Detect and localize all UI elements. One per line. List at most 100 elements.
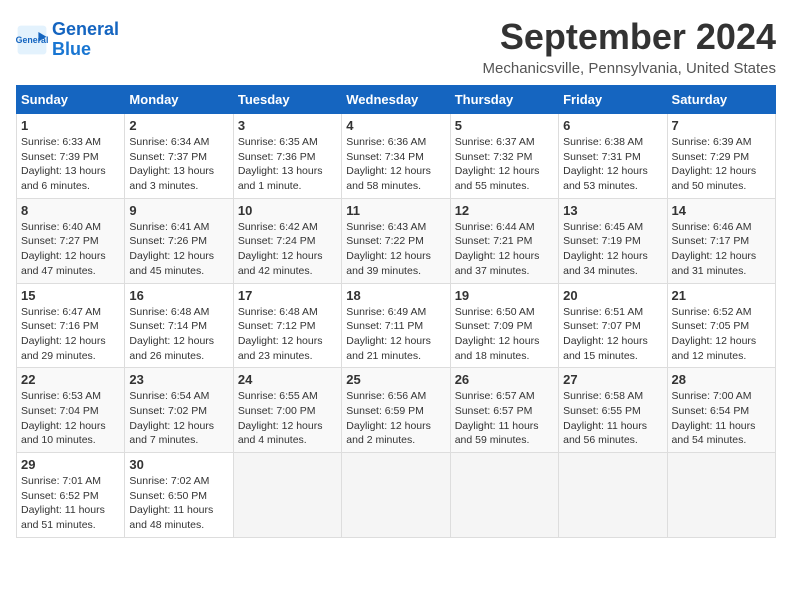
day-cell: 14 Sunrise: 6:46 AM Sunset: 7:17 PM Dayli… <box>667 198 775 283</box>
day-number: 23 <box>129 372 228 387</box>
day-info: Sunrise: 6:54 AM Sunset: 7:02 PM Dayligh… <box>129 389 228 448</box>
day-number: 2 <box>129 118 228 133</box>
week-row-3: 15 Sunrise: 6:47 AM Sunset: 7:16 PM Dayli… <box>17 283 776 368</box>
day-number: 15 <box>21 288 120 303</box>
day-info: Sunrise: 6:57 AM Sunset: 6:57 PM Dayligh… <box>455 389 554 448</box>
day-cell: 30 Sunrise: 7:02 AM Sunset: 6:50 PM Dayli… <box>125 453 233 538</box>
day-number: 7 <box>672 118 771 133</box>
day-number: 26 <box>455 372 554 387</box>
day-number: 21 <box>672 288 771 303</box>
day-info: Sunrise: 6:43 AM Sunset: 7:22 PM Dayligh… <box>346 220 445 279</box>
day-info: Sunrise: 6:55 AM Sunset: 7:00 PM Dayligh… <box>238 389 337 448</box>
day-info: Sunrise: 6:35 AM Sunset: 7:36 PM Dayligh… <box>238 135 337 194</box>
day-cell: 11 Sunrise: 6:43 AM Sunset: 7:22 PM Dayli… <box>342 198 450 283</box>
day-cell: 20 Sunrise: 6:51 AM Sunset: 7:07 PM Dayli… <box>559 283 667 368</box>
location-title: Mechanicsville, Pennsylvania, United Sta… <box>483 60 776 77</box>
week-row-4: 22 Sunrise: 6:53 AM Sunset: 7:04 PM Dayli… <box>17 368 776 453</box>
day-info: Sunrise: 6:50 AM Sunset: 7:09 PM Dayligh… <box>455 305 554 364</box>
month-title: September 2024 <box>483 16 776 58</box>
day-cell: 29 Sunrise: 7:01 AM Sunset: 6:52 PM Dayli… <box>17 453 125 538</box>
day-cell: 1 Sunrise: 6:33 AM Sunset: 7:39 PM Daylig… <box>17 114 125 199</box>
day-cell: 25Sunrise: 6:56 AM Sunset: 6:59 PM Dayli… <box>342 368 450 453</box>
day-info: Sunrise: 7:01 AM Sunset: 6:52 PM Dayligh… <box>21 474 120 533</box>
day-number: 14 <box>672 203 771 218</box>
day-number: 10 <box>238 203 337 218</box>
day-info: Sunrise: 6:33 AM Sunset: 7:39 PM Dayligh… <box>21 135 120 194</box>
week-row-2: 8 Sunrise: 6:40 AM Sunset: 7:27 PM Daylig… <box>17 198 776 283</box>
day-info: Sunrise: 6:36 AM Sunset: 7:34 PM Dayligh… <box>346 135 445 194</box>
day-cell: 24 Sunrise: 6:55 AM Sunset: 7:00 PM Dayli… <box>233 368 341 453</box>
day-cell: 10 Sunrise: 6:42 AM Sunset: 7:24 PM Dayli… <box>233 198 341 283</box>
day-info: Sunrise: 6:38 AM Sunset: 7:31 PM Dayligh… <box>563 135 662 194</box>
day-cell <box>667 453 775 538</box>
day-number: 25 <box>346 372 445 387</box>
day-number: 20 <box>563 288 662 303</box>
day-info: Sunrise: 6:42 AM Sunset: 7:24 PM Dayligh… <box>238 220 337 279</box>
weekday-header-tuesday: Tuesday <box>233 86 341 114</box>
day-cell: 26 Sunrise: 6:57 AM Sunset: 6:57 PM Dayli… <box>450 368 558 453</box>
day-cell: 12Sunrise: 6:44 AM Sunset: 7:21 PM Dayli… <box>450 198 558 283</box>
weekday-header-monday: Monday <box>125 86 233 114</box>
day-info: Sunrise: 6:45 AM Sunset: 7:19 PM Dayligh… <box>563 220 662 279</box>
header: General General Blue September 2024 Mech… <box>16 16 776 77</box>
weekday-header-thursday: Thursday <box>450 86 558 114</box>
logo-icon: General <box>16 24 48 56</box>
day-info: Sunrise: 7:00 AM Sunset: 6:54 PM Dayligh… <box>672 389 771 448</box>
day-cell: 6 Sunrise: 6:38 AM Sunset: 7:31 PM Daylig… <box>559 114 667 199</box>
day-cell: 13 Sunrise: 6:45 AM Sunset: 7:19 PM Dayli… <box>559 198 667 283</box>
day-info: Sunrise: 6:51 AM Sunset: 7:07 PM Dayligh… <box>563 305 662 364</box>
day-info: Sunrise: 6:37 AM Sunset: 7:32 PM Dayligh… <box>455 135 554 194</box>
day-number: 22 <box>21 372 120 387</box>
day-info: Sunrise: 6:34 AM Sunset: 7:37 PM Dayligh… <box>129 135 228 194</box>
logo-text: General Blue <box>52 20 119 60</box>
day-cell: 4Sunrise: 6:36 AM Sunset: 7:34 PM Daylig… <box>342 114 450 199</box>
day-number: 11 <box>346 203 445 218</box>
day-info: Sunrise: 6:47 AM Sunset: 7:16 PM Dayligh… <box>21 305 120 364</box>
day-number: 8 <box>21 203 120 218</box>
day-info: Sunrise: 6:53 AM Sunset: 7:04 PM Dayligh… <box>21 389 120 448</box>
day-number: 30 <box>129 457 228 472</box>
day-cell: 28Sunrise: 7:00 AM Sunset: 6:54 PM Dayli… <box>667 368 775 453</box>
weekday-header-wednesday: Wednesday <box>342 86 450 114</box>
day-cell: 23 Sunrise: 6:54 AM Sunset: 7:02 PM Dayli… <box>125 368 233 453</box>
day-cell: 22 Sunrise: 6:53 AM Sunset: 7:04 PM Dayli… <box>17 368 125 453</box>
day-cell: 5Sunrise: 6:37 AM Sunset: 7:32 PM Daylig… <box>450 114 558 199</box>
day-number: 24 <box>238 372 337 387</box>
day-number: 17 <box>238 288 337 303</box>
week-row-5: 29 Sunrise: 7:01 AM Sunset: 6:52 PM Dayli… <box>17 453 776 538</box>
day-number: 3 <box>238 118 337 133</box>
day-info: Sunrise: 6:40 AM Sunset: 7:27 PM Dayligh… <box>21 220 120 279</box>
day-number: 1 <box>21 118 120 133</box>
day-info: Sunrise: 6:41 AM Sunset: 7:26 PM Dayligh… <box>129 220 228 279</box>
weekday-header-friday: Friday <box>559 86 667 114</box>
title-area: September 2024 Mechanicsville, Pennsylva… <box>483 16 776 77</box>
day-info: Sunrise: 6:52 AM Sunset: 7:05 PM Dayligh… <box>672 305 771 364</box>
day-number: 29 <box>21 457 120 472</box>
weekday-header-row: SundayMondayTuesdayWednesdayThursdayFrid… <box>17 86 776 114</box>
day-number: 6 <box>563 118 662 133</box>
day-cell: 15 Sunrise: 6:47 AM Sunset: 7:16 PM Dayli… <box>17 283 125 368</box>
day-cell <box>450 453 558 538</box>
day-info: Sunrise: 6:49 AM Sunset: 7:11 PM Dayligh… <box>346 305 445 364</box>
day-cell: 18 Sunrise: 6:49 AM Sunset: 7:11 PM Dayli… <box>342 283 450 368</box>
day-info: Sunrise: 6:58 AM Sunset: 6:55 PM Dayligh… <box>563 389 662 448</box>
day-number: 12 <box>455 203 554 218</box>
logo: General General Blue <box>16 20 119 60</box>
day-cell: 3 Sunrise: 6:35 AM Sunset: 7:36 PM Daylig… <box>233 114 341 199</box>
weekday-header-sunday: Sunday <box>17 86 125 114</box>
day-cell <box>559 453 667 538</box>
week-row-1: 1 Sunrise: 6:33 AM Sunset: 7:39 PM Daylig… <box>17 114 776 199</box>
day-info: Sunrise: 6:46 AM Sunset: 7:17 PM Dayligh… <box>672 220 771 279</box>
day-cell: 8 Sunrise: 6:40 AM Sunset: 7:27 PM Daylig… <box>17 198 125 283</box>
day-number: 27 <box>563 372 662 387</box>
day-cell: 16Sunrise: 6:48 AM Sunset: 7:14 PM Dayli… <box>125 283 233 368</box>
day-info: Sunrise: 7:02 AM Sunset: 6:50 PM Dayligh… <box>129 474 228 533</box>
day-info: Sunrise: 6:48 AM Sunset: 7:12 PM Dayligh… <box>238 305 337 364</box>
day-cell: 2 Sunrise: 6:34 AM Sunset: 7:37 PM Daylig… <box>125 114 233 199</box>
day-number: 19 <box>455 288 554 303</box>
day-number: 16 <box>129 288 228 303</box>
day-number: 13 <box>563 203 662 218</box>
day-cell: 9Sunrise: 6:41 AM Sunset: 7:26 PM Daylig… <box>125 198 233 283</box>
day-info: Sunrise: 6:39 AM Sunset: 7:29 PM Dayligh… <box>672 135 771 194</box>
day-number: 18 <box>346 288 445 303</box>
